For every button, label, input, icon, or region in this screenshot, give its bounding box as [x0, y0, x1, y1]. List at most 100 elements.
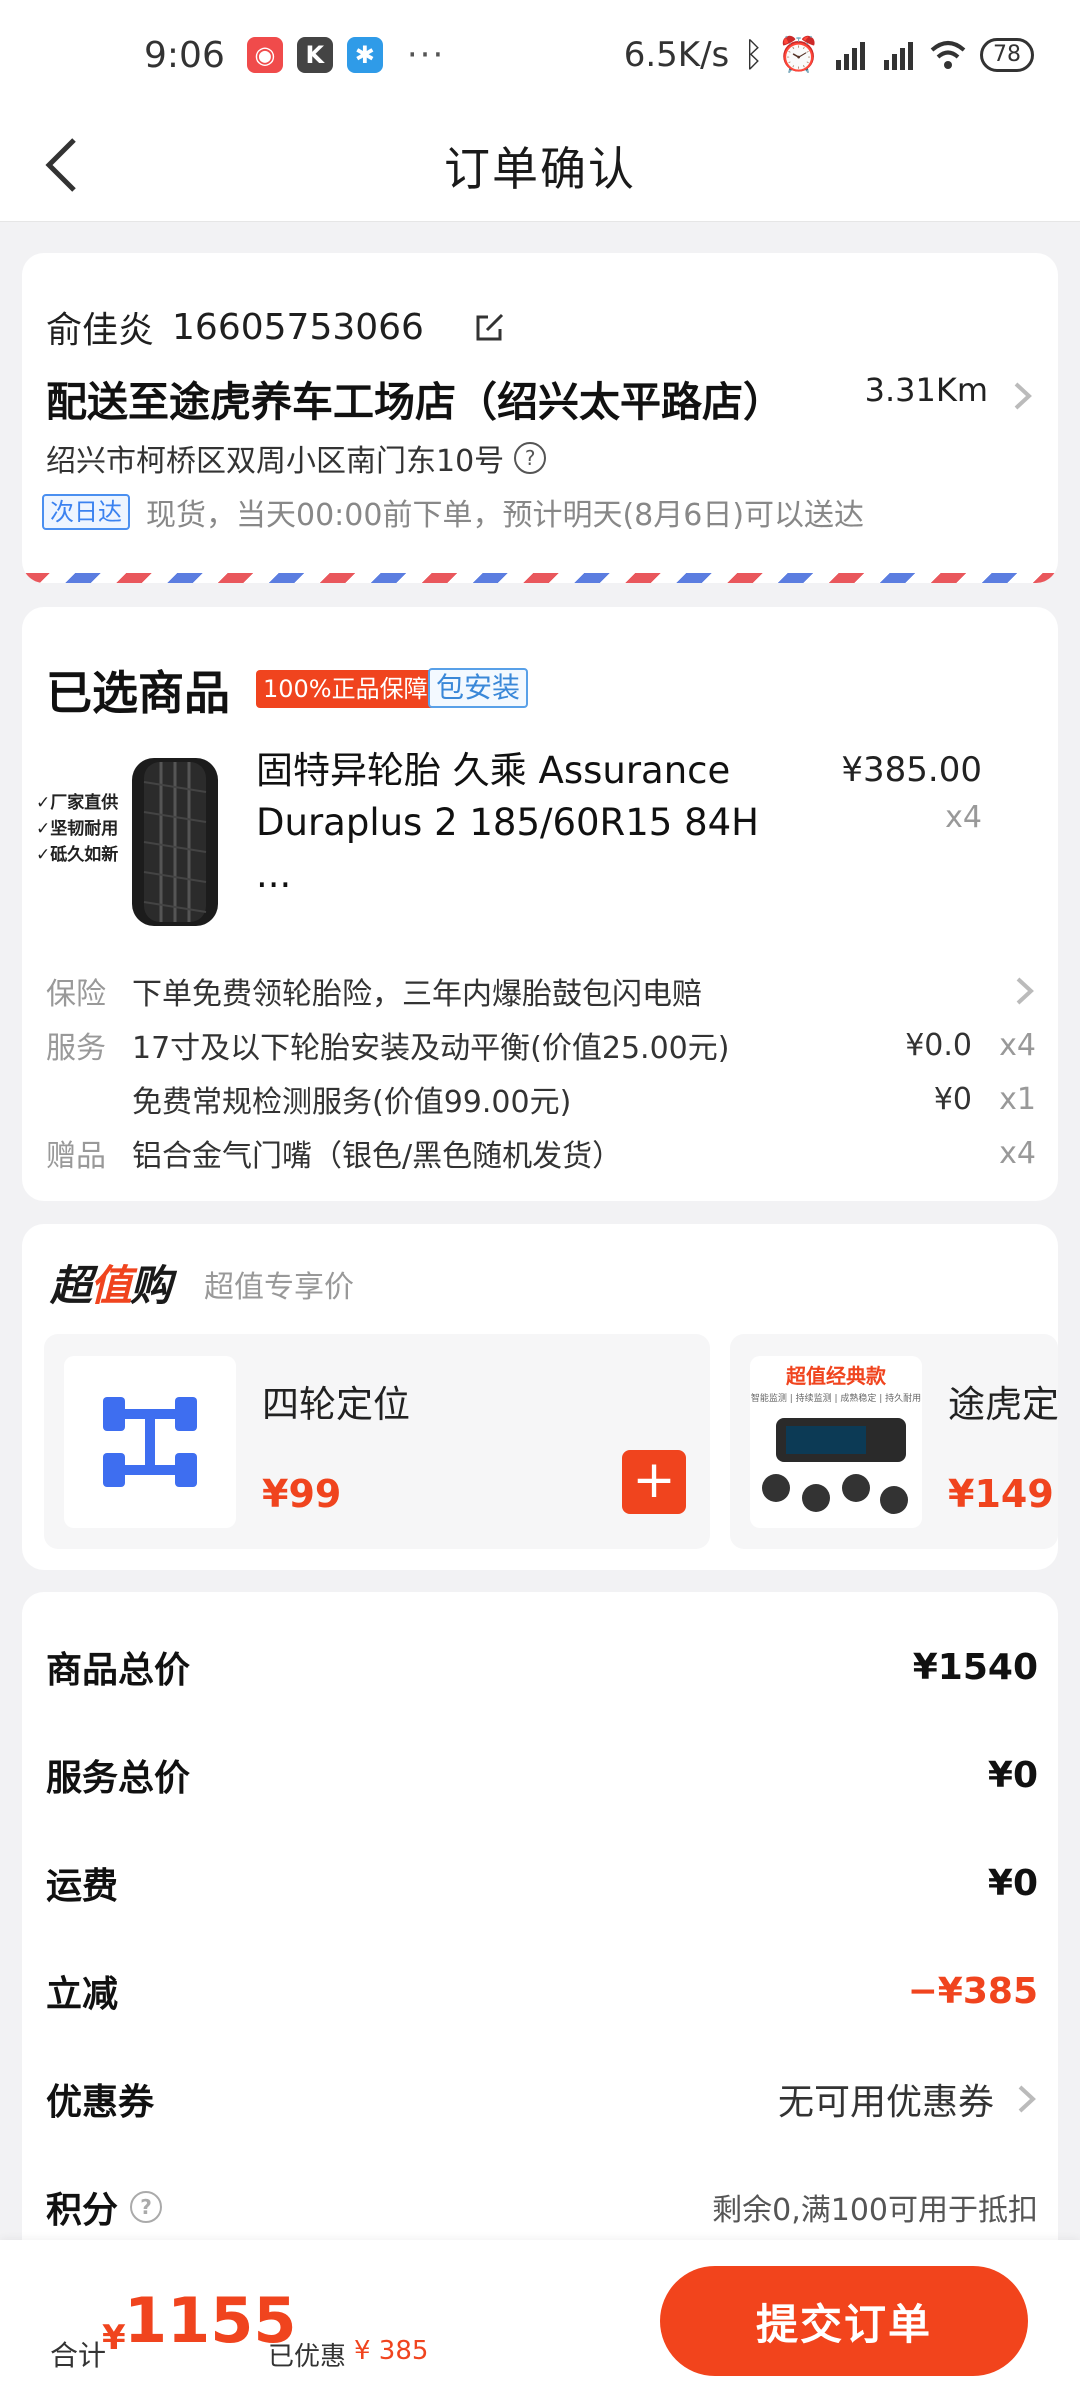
page-title: 订单确认	[444, 141, 636, 196]
logo-char: 购	[130, 1261, 172, 1310]
tire-tag: ✓砥久如新	[36, 845, 119, 865]
bottom-bar: 合计 ¥ 1155 已优惠 ¥ 385 提交订单	[0, 2240, 1080, 2400]
gift-row: 赠品 铝合金气门嘴（银色/黑色随机发货） x4	[46, 1131, 1036, 1175]
tpms-features: 智能监测 | 持续监测 | 成熟稳定 | 持久耐用	[750, 1394, 922, 1404]
product-name[interactable]: 固特异轮胎 久乘 Assurance Duraplus 2 185/60R15 …	[256, 745, 796, 901]
shipping-label: 运费	[46, 1866, 119, 1907]
service-2-qty: x1	[999, 1081, 1036, 1117]
product-price: ¥385.00	[841, 750, 982, 790]
product-qty: x4	[945, 800, 982, 835]
gift-qty: x4	[999, 1135, 1036, 1171]
next-day-tag: 次日达	[42, 494, 130, 530]
discount-value: −¥385	[907, 1970, 1038, 2012]
insurance-label: 保险	[46, 977, 106, 1012]
gift-text: 铝合金气门嘴（银色/黑色随机发货）	[132, 1139, 623, 1174]
network-speed: 6.5K/s	[623, 35, 730, 75]
tire-image-tags: ✓厂家直供 ✓坚韧耐用 ✓砥久如新	[36, 790, 118, 868]
service-1-qty: x4	[999, 1027, 1036, 1063]
more-notifications-icon: ···	[406, 35, 446, 75]
value-item-name: 四轮定位	[262, 1383, 410, 1426]
edit-icon[interactable]	[474, 311, 506, 343]
back-button[interactable]	[26, 130, 96, 200]
store-address: 绍兴市柯桥区双周小区南门东10号 ?	[46, 436, 547, 480]
service-1-text: 17寸及以下轮胎安装及动平衡(价值25.00元)	[132, 1031, 730, 1066]
signal-2-icon	[884, 42, 913, 70]
contact-name: 俞佳炎	[46, 310, 155, 351]
coupon-text: 无可用优惠券	[777, 2082, 994, 2123]
tire-graphic	[132, 758, 218, 926]
signal-icon	[836, 42, 865, 70]
snowflake-app-icon: ✱	[346, 37, 383, 73]
k-app-icon: K	[296, 37, 333, 73]
nav-bar: 订单确认	[0, 110, 1080, 222]
store-distance: 3.31Km	[864, 371, 988, 409]
battery-indicator: 78	[980, 38, 1034, 72]
section-title: 已选商品	[46, 666, 230, 720]
total-currency: ¥	[102, 2318, 126, 2358]
help-icon[interactable]: ?	[130, 2191, 163, 2223]
value-item-price: ¥149	[948, 1472, 1054, 1516]
service-label: 服务	[46, 1031, 106, 1066]
store-address-text: 绍兴市柯桥区双周小区南门东10号	[46, 444, 505, 479]
tire-tag: ✓厂家直供	[36, 793, 119, 813]
super-value-card: 超值购 超值专享价 四轮定位 ¥99 + 超值经典款 智能监测 | 持续监测 |…	[22, 1224, 1058, 1570]
value-item-tpms[interactable]: 超值经典款 智能监测 | 持续监测 | 成熟稳定 | 持久耐用 途虎定 ¥149	[730, 1334, 1058, 1549]
coupon-value: 无可用优惠券	[778, 2073, 1038, 2125]
back-arrow-icon	[45, 138, 76, 192]
super-value-logo: 超值购	[50, 1252, 172, 1313]
wheel-alignment-icon	[64, 1356, 236, 1528]
address-card[interactable]: 俞佳炎 16605753066 配送至途虎养车工场店（绍兴太平路店） 3.31K…	[22, 253, 1058, 583]
status-bar: 9:06 ◉ K ✱ ··· 6.5K/s ᛒ ⏰ 78	[0, 0, 1080, 110]
value-item-price: ¥99	[262, 1472, 342, 1516]
super-value-subtitle: 超值专享价	[204, 1270, 354, 1305]
value-item-wheel-alignment[interactable]: 四轮定位 ¥99 +	[44, 1334, 710, 1549]
contact-phone: 16605753066	[172, 306, 424, 348]
coupon-label: 优惠券	[46, 2082, 155, 2123]
submit-order-button[interactable]: 提交订单	[660, 2266, 1028, 2376]
service-2-text: 免费常规检测服务(价值99.00元)	[132, 1085, 572, 1120]
chevron-right-icon	[1014, 382, 1032, 410]
bluetooth-icon: ᛒ	[743, 35, 764, 75]
install-included-tag: 包安装	[428, 668, 529, 708]
logo-char: 超	[50, 1261, 92, 1310]
points-label: 积分 ?	[46, 2181, 163, 2233]
delivery-info: 次日达 现货，当天00:00前下单，预计明天(8月6日)可以送达	[42, 490, 864, 534]
tire-tag: ✓坚韧耐用	[36, 819, 119, 839]
tire-image[interactable]: ✓厂家直供 ✓坚韧耐用 ✓砥久如新	[36, 752, 256, 932]
chevron-right-icon	[1018, 2085, 1036, 2113]
service-total-value: ¥0	[987, 1754, 1038, 1796]
service-row: 服务 17寸及以下轮胎安装及动平衡(价值25.00元) ¥0.0 x4	[46, 1023, 1036, 1067]
status-time: 9:06	[144, 34, 225, 76]
goods-total-row: 商品总价 ¥1540	[46, 1637, 1038, 1697]
goods-total-value: ¥1540	[912, 1646, 1038, 1688]
points-row: 积分 ? 剩余0,满100可用于抵扣	[46, 2177, 1038, 2237]
insurance-row[interactable]: 保险 下单免费领轮胎险，三年内爆胎鼓包闪电赔	[46, 969, 1036, 1013]
saved-amount: ¥ 385	[354, 2336, 429, 2366]
airmail-divider	[22, 573, 1058, 583]
tpms-banner: 超值经典款	[786, 1364, 886, 1388]
contact-info: 俞佳炎 16605753066	[46, 301, 506, 353]
add-button[interactable]: +	[622, 1450, 686, 1514]
coupon-row[interactable]: 优惠券 无可用优惠券	[46, 2069, 1038, 2129]
goods-total-label: 商品总价	[46, 1650, 191, 1691]
wifi-icon	[930, 41, 966, 69]
gift-label: 赠品	[46, 1139, 106, 1174]
service-total-label: 服务总价	[46, 1758, 191, 1799]
selected-products-card: 已选商品 100%正品保障 包安装 ✓厂家直供 ✓坚韧耐用 ✓砥久如新 固特异轮…	[22, 607, 1058, 1201]
help-icon[interactable]: ?	[514, 442, 547, 474]
discount-label: 立减	[46, 1974, 119, 2015]
saved-label: 已优惠	[268, 2342, 347, 2372]
value-item-name: 途虎定	[948, 1383, 1058, 1426]
tpms-image: 超值经典款 智能监测 | 持续监测 | 成熟稳定 | 持久耐用	[750, 1356, 922, 1528]
genuine-guarantee-tag: 100%正品保障	[256, 670, 435, 708]
delivery-note: 现货，当天00:00前下单，预计明天(8月6日)可以送达	[146, 498, 865, 533]
service-row: 免费常规检测服务(价值99.00元) ¥0 x1	[46, 1077, 1036, 1121]
discount-row: 立减 −¥385	[46, 1961, 1038, 2021]
points-label-text: 积分	[46, 2190, 119, 2231]
service-total-row: 服务总价 ¥0	[46, 1745, 1038, 1805]
chevron-right-icon	[1016, 977, 1034, 1005]
points-value: 剩余0,满100可用于抵扣	[712, 2193, 1038, 2228]
logo-char: 值	[90, 1261, 132, 1310]
service-2-amount: ¥0	[933, 1081, 972, 1117]
total-label: 合计	[50, 2339, 107, 2372]
